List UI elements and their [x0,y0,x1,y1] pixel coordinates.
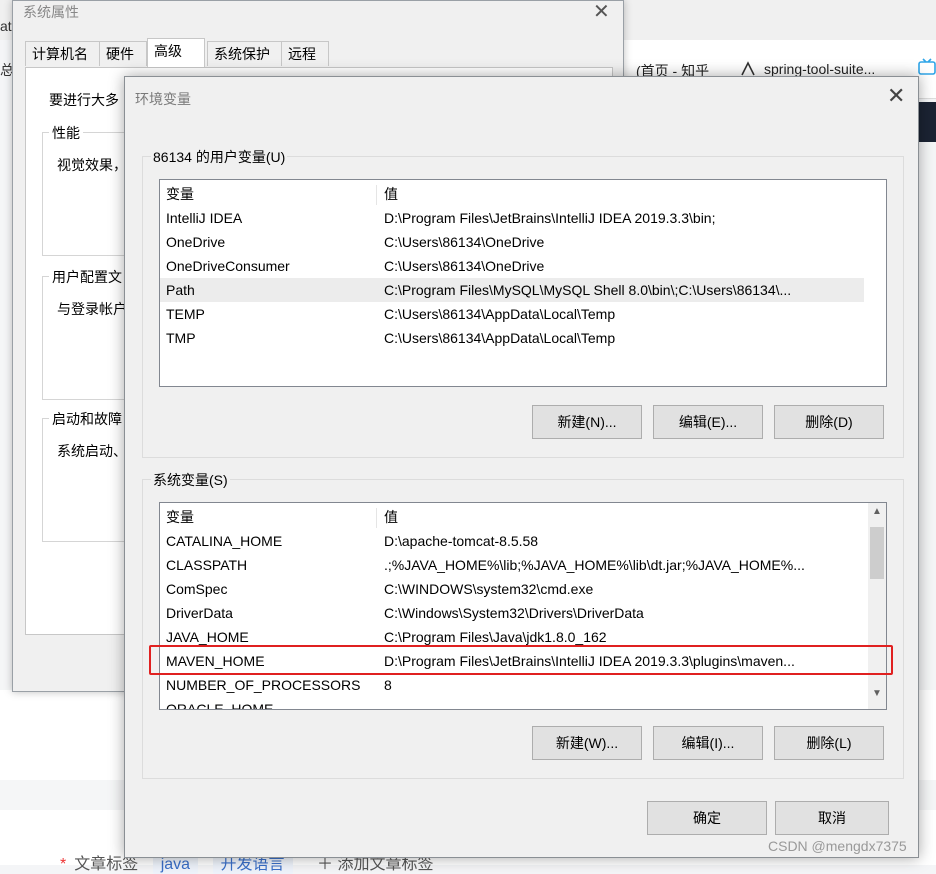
scrollbar-thumb[interactable] [870,527,884,579]
table-row[interactable]: OneDrive C:\Users\86134\OneDrive [160,230,864,254]
group-text: 与登录帐户 [57,301,127,317]
table-row[interactable]: DriverData C:\Windows\System32\Drivers\D… [160,601,864,625]
ok-button[interactable]: 确定 [647,801,767,835]
table-row[interactable]: CLASSPATH .;%JAVA_HOME%\lib;%JAVA_HOME%\… [160,553,864,577]
tab-advanced[interactable]: 高级 [147,38,205,67]
user-new-button[interactable]: 新建(N)... [532,405,642,439]
group-text: 视觉效果， [57,157,127,173]
group-title: 用户配置文 [49,267,125,287]
column-header-value[interactable]: 值 [384,182,398,206]
watermark: CSDN @mengdx7375 [768,838,907,854]
variable-value: C:\Users\86134\AppData\Local\Temp [384,306,616,322]
user-edit-button[interactable]: 编辑(E)... [653,405,763,439]
variable-name: OneDrive [166,234,226,250]
system-delete-button[interactable]: 删除(L) [774,726,884,760]
group-title: 性能 [49,123,83,143]
table-row[interactable]: TMP C:\Users\86134\AppData\Local\Temp [160,326,864,350]
variable-name: ComSpec [166,581,228,597]
column-header-name[interactable]: 变量 [166,182,194,206]
variable-name: Path [166,282,195,298]
variable-value: .;%JAVA_HOME%\lib;%JAVA_HOME%\lib\dt.jar… [384,557,805,573]
bookmark-spring-tool-suite[interactable]: spring-tool-suite... [740,61,875,77]
variable-value: C:\WINDOWS\system32\cmd.exe [384,581,594,597]
list-header: 变量 值 [160,505,864,529]
user-delete-button[interactable]: 删除(D) [774,405,884,439]
close-icon[interactable]: ✕ [887,83,905,109]
user-variables-group: 86134 的用户变量(U) 变量 值 IntelliJ IDEA D:\Pro… [142,147,904,458]
table-row[interactable]: CATALINA_HOME D:\apache-tomcat-8.5.58 [160,529,864,553]
system-variables-list[interactable]: 变量 值 CATALINA_HOME D:\apache-tomcat-8.5.… [159,502,887,710]
user-variables-list[interactable]: 变量 值 IntelliJ IDEA D:\Program Files\JetB… [159,179,887,387]
table-row[interactable]: ComSpec C:\WINDOWS\system32\cmd.exe [160,577,864,601]
column-separator[interactable] [376,508,377,528]
tab-hardware[interactable]: 硬件 [99,41,147,66]
dialog-title: 环境变量 [135,91,191,107]
variable-name: NUMBER_OF_PROCESSORS [166,677,361,693]
annotation-highlight-box [149,645,893,675]
tag-java[interactable]: java [152,856,199,874]
table-row[interactable]: ORACLE_HOME [160,697,864,710]
variable-value: C:\Windows\System32\Drivers\DriverData [384,605,644,621]
tab-computer-name[interactable]: 计算机名 [25,41,101,66]
bookmark-spring-label: spring-tool-suite... [764,61,876,77]
column-separator[interactable] [376,185,377,205]
column-header-value[interactable]: 值 [384,505,398,529]
spring-icon [740,61,756,77]
variable-name: TEMP [166,306,205,322]
variable-value: C:\Users\86134\OneDrive [384,258,545,274]
table-row[interactable]: NUMBER_OF_PROCESSORS 8 [160,673,864,697]
system-variables-group: 系统变量(S) 变量 值 CATALINA_HOME D:\apache-tom… [142,470,904,779]
system-variables-title: 系统变量(S) [151,470,230,490]
table-row-selected[interactable]: Path C:\Program Files\MySQL\MySQL Shell … [160,278,864,302]
column-header-name[interactable]: 变量 [166,505,194,529]
environment-variables-dialog: 环境变量 ✕ 86134 的用户变量(U) 变量 值 IntelliJ IDEA… [124,76,919,858]
table-row[interactable]: OneDriveConsumer C:\Users\86134\OneDrive [160,254,864,278]
variable-name: IntelliJ IDEA [166,210,243,226]
variable-name: ORACLE_HOME [166,701,274,710]
variable-name: DriverData [166,605,233,621]
variable-name: TMP [166,330,196,346]
user-variables-title: 86134 的用户变量(U) [151,147,288,167]
vertical-scrollbar[interactable]: ▲ ▼ [868,503,886,709]
dialog-title: 系统属性 [23,4,79,20]
system-new-button[interactable]: 新建(W)... [532,726,642,760]
tab-system-protection[interactable]: 系统保护 [207,41,283,66]
close-icon[interactable]: ✕ [593,0,610,24]
system-edit-button[interactable]: 编辑(I)... [653,726,763,760]
bilibili-icon[interactable] [918,58,936,79]
intro-text: 要进行大多 [49,92,119,108]
variable-value: D:\Program Files\JetBrains\IntelliJ IDEA… [384,210,716,226]
variable-value: 8 [384,677,392,693]
scroll-down-icon[interactable]: ▼ [868,685,886,703]
tab-remote[interactable]: 远程 [281,41,329,66]
variable-value: D:\apache-tomcat-8.5.58 [384,533,539,549]
group-title: 启动和故障 [49,409,125,429]
variable-name: CLASSPATH [166,557,248,573]
table-row[interactable]: TEMP C:\Users\86134\AppData\Local\Temp [160,302,864,326]
scroll-up-icon[interactable]: ▲ [868,503,886,521]
list-header: 变量 值 [160,182,864,206]
cancel-button[interactable]: 取消 [775,801,889,835]
group-text: 系统启动、 [57,443,127,459]
variable-name: OneDriveConsumer [166,258,290,274]
variable-name: CATALINA_HOME [166,533,283,549]
variable-value: C:\Users\86134\AppData\Local\Temp [384,330,616,346]
table-row[interactable]: IntelliJ IDEA D:\Program Files\JetBrains… [160,206,864,230]
background-text-fragment: at [0,18,12,34]
variable-value: C:\Users\86134\OneDrive [384,234,545,250]
variable-value: C:\Program Files\MySQL\MySQL Shell 8.0\b… [384,282,792,298]
